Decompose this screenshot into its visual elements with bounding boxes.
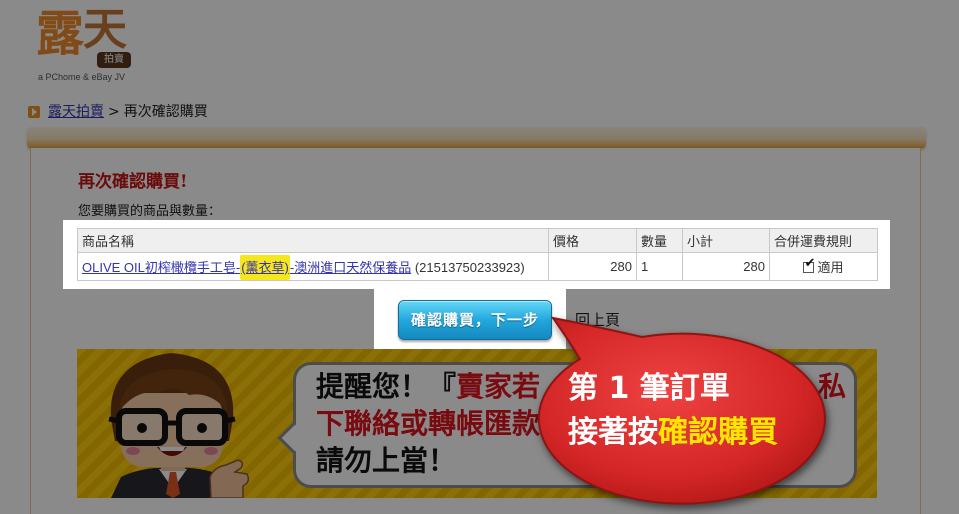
- cell-quantity: 1: [636, 252, 683, 281]
- product-item-id: (21513750233923): [414, 260, 525, 275]
- banner-line-3: 請勿上當！: [316, 444, 457, 477]
- product-name-suffix: -澳洲進口天然保養品: [289, 260, 412, 275]
- product-name-highlight: (薰衣草): [240, 255, 290, 280]
- cell-shipping-rule: ✔ 適用: [769, 252, 878, 281]
- breadcrumb-separator: >: [108, 104, 120, 120]
- banner-line-1-red: 賣家若: [456, 370, 541, 403]
- callout-line-2-prefix: 接著按: [568, 415, 658, 450]
- logo-char-2: 天: [83, 4, 127, 55]
- header-product-name: 商品名稱: [77, 228, 549, 253]
- confirm-purchase-button[interactable]: 確認購買，下一步: [398, 300, 552, 340]
- header-subtotal: 小計: [682, 228, 770, 253]
- banner-line-1-black: 提醒您！『: [316, 370, 457, 403]
- callout-line-1: 第 1 筆訂單: [568, 371, 730, 406]
- logo-badge: 拍賣: [97, 52, 131, 68]
- header-shipping-rule: 合併運費規則: [769, 228, 878, 253]
- arrow-right-icon: [28, 106, 40, 118]
- page-subtitle: 您要購買的商品與數量：: [78, 204, 222, 219]
- product-name-prefix: OLIVE OIL初榨橄欖手工皂-: [82, 260, 241, 275]
- product-link[interactable]: OLIVE OIL初榨橄欖手工皂-(薰衣草)-澳洲進口天然保養品: [82, 255, 411, 280]
- header-quantity: 數量: [636, 228, 683, 253]
- header-bar: [27, 127, 926, 148]
- callout-bubble: [537, 316, 826, 505]
- banner-line-1: 提醒您！『賣家若: [316, 372, 540, 402]
- banner-line-2: 下聯絡或轉帳匯款: [316, 407, 541, 440]
- header-price: 價格: [548, 228, 637, 253]
- site-logo[interactable]: 露 天 拍賣 a PChome & eBay JV: [36, 8, 136, 84]
- logo-char-1: 露: [36, 6, 85, 62]
- page: 露 天 拍賣 a PChome & eBay JV 露天拍賣 > 再次確認購買 …: [0, 0, 959, 514]
- table-row: OLIVE OIL初榨橄欖手工皂-(薰衣草)-澳洲進口天然保養品 (215137…: [77, 252, 878, 281]
- table-header-row: 商品名稱 價格 數量 小計 合併運費規則: [77, 228, 878, 253]
- page-title: 再次確認購買!: [78, 172, 188, 192]
- checkbox-checked-icon: ✔: [803, 256, 816, 273]
- cell-product-name: OLIVE OIL初榨橄欖手工皂-(薰衣草)-澳洲進口天然保養品 (215137…: [77, 252, 549, 281]
- callout-line-2: 接著按確認購買: [568, 416, 778, 450]
- cell-subtotal: 280: [682, 252, 770, 281]
- shipping-rule-label: 適用: [817, 260, 844, 275]
- order-table: 商品名稱 價格 數量 小計 合併運費規則 OLIVE OIL初榨橄欖手工皂-(薰…: [77, 228, 878, 281]
- mascot-illustration: [108, 353, 250, 498]
- order-table-spotlight: 商品名稱 價格 數量 小計 合併運費規則 OLIVE OIL初榨橄欖手工皂-(薰…: [63, 220, 890, 289]
- breadcrumb-current: 再次確認購買: [123, 104, 208, 120]
- breadcrumb-home-link[interactable]: 露天拍賣: [48, 103, 104, 121]
- logo-tagline: a PChome & eBay JV: [38, 72, 126, 82]
- breadcrumb: 露天拍賣 > 再次確認購買: [28, 103, 208, 121]
- callout-line-2-highlight: 確認購買: [658, 415, 778, 450]
- cell-price: 280: [548, 252, 637, 281]
